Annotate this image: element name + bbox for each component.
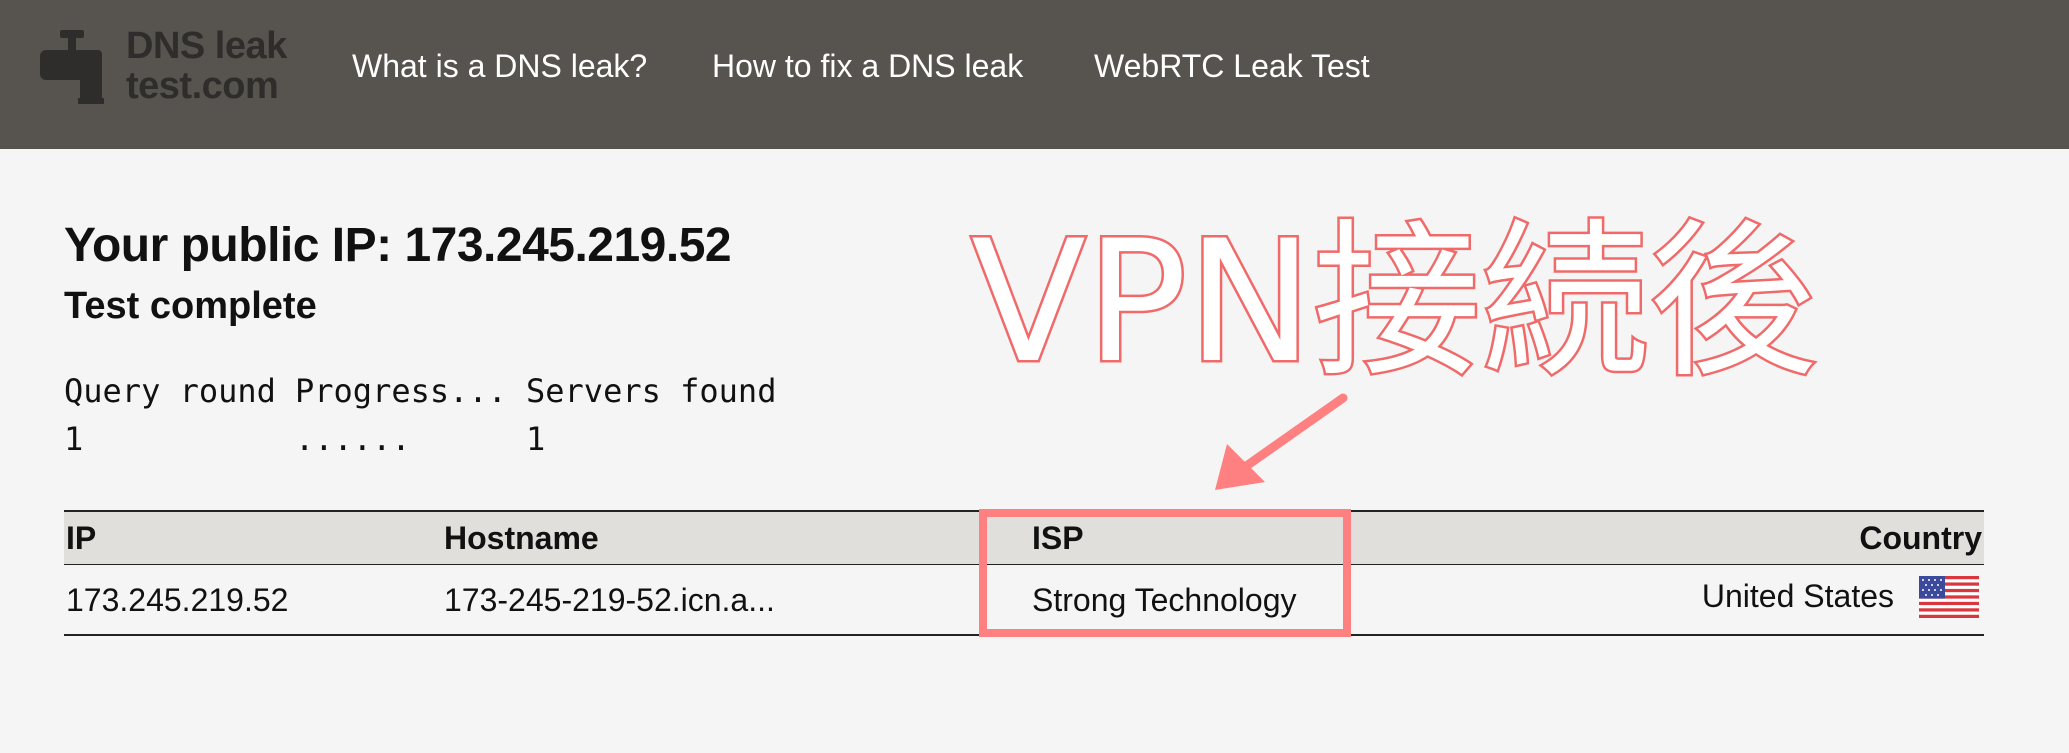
column-header-ip: IP bbox=[66, 520, 97, 556]
isp-highlight-box bbox=[979, 509, 1351, 637]
faucet-icon bbox=[40, 30, 104, 104]
cell-ip: 173.245.219.52 bbox=[66, 582, 289, 618]
cell-country: United States bbox=[1701, 578, 1894, 614]
nav-how-to-fix-dns-leak[interactable]: How to fix a DNS leak bbox=[712, 48, 1023, 85]
query-round-header: Query round bbox=[64, 372, 276, 410]
arrow-icon bbox=[1215, 393, 1348, 490]
query-round-value: 1 bbox=[64, 420, 84, 458]
public-ip-heading: Your public IP: 173.245.219.52 bbox=[64, 219, 732, 272]
nav-webrtc-leak-test[interactable]: WebRTC Leak Test bbox=[1094, 48, 1370, 85]
servers-found-header: Servers found bbox=[526, 372, 777, 410]
progress-value: ...... bbox=[295, 420, 411, 458]
annotation-text: VPN接続後 bbox=[971, 204, 1817, 390]
top-navigation-bar: DNS leak test.com What is a DNS leak? Ho… bbox=[0, 0, 2069, 149]
logo-text: DNS leak test.com bbox=[126, 25, 287, 107]
annotation-label: VPN接続後 bbox=[969, 202, 1820, 391]
progress-header: Progress... bbox=[295, 372, 507, 410]
test-status: Test complete bbox=[64, 285, 317, 327]
us-flag-icon bbox=[1919, 576, 1979, 618]
nav-what-is-dns-leak[interactable]: What is a DNS leak? bbox=[352, 48, 647, 85]
column-header-country: Country bbox=[1859, 520, 1982, 556]
site-logo[interactable]: DNS leak test.com bbox=[40, 22, 310, 112]
servers-found-value: 1 bbox=[526, 420, 546, 458]
cell-hostname: 173-245-219-52.icn.a... bbox=[444, 582, 775, 618]
column-header-hostname: Hostname bbox=[444, 520, 599, 556]
